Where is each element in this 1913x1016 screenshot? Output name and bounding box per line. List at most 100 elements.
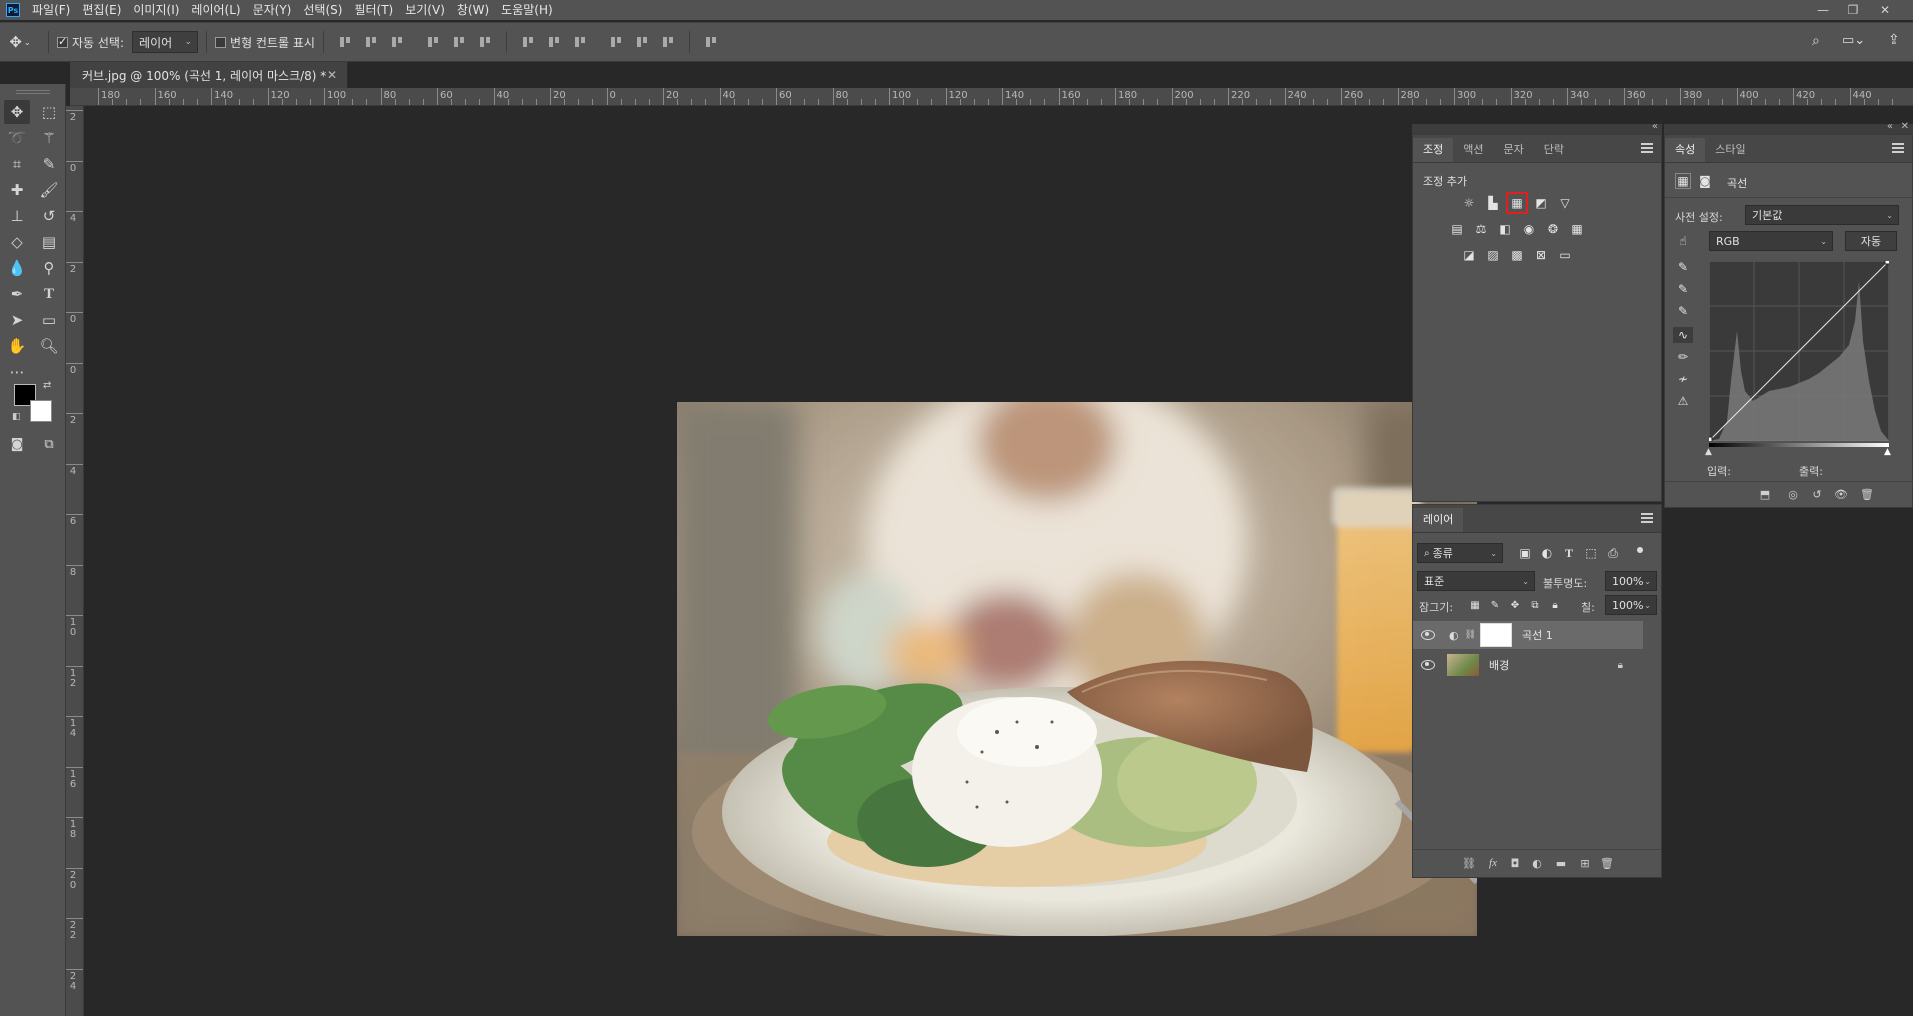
document-tab[interactable]: 커브.jpg @ 100% (곡선 1, 레이어 마스크/8) * ✕ [70,62,348,88]
menu-layer[interactable]: 레이어(L) [185,0,246,20]
pen-tool-icon[interactable]: ✒ [4,282,30,306]
filter-adjustment-icon[interactable]: ◐ [1539,545,1555,561]
more-tools-icon[interactable]: ⋯ [4,360,30,384]
align-left-icon[interactable] [426,35,440,49]
preset-dropdown[interactable]: 기본값 ⌄ [1745,205,1899,225]
lasso-tool-icon[interactable]: ➰ [4,126,30,150]
curve-pencil-mode-icon[interactable]: ✏ [1675,349,1691,365]
channel-mixer-icon[interactable]: ❂ [1545,221,1561,237]
black-slider-handle[interactable]: ▲ [1705,447,1712,457]
menu-filter[interactable]: 필터(T) [348,0,399,20]
document-image[interactable] [677,402,1477,936]
type-tool-icon[interactable]: T [36,282,62,306]
collapse-panels-icon[interactable]: « [1652,121,1658,132]
exposure-icon[interactable]: ◩ [1533,195,1549,211]
lock-all-icon[interactable]: 🔒︎ [1547,597,1563,613]
tab-character[interactable]: 문자 [1494,138,1534,162]
gray-point-eyedropper-icon[interactable]: ✎ [1675,281,1691,297]
color-balance-icon[interactable]: ⚖ [1473,221,1489,237]
close-tab-icon[interactable]: ✕ [327,68,337,82]
visibility-eye-icon[interactable] [1421,630,1435,640]
black-point-eyedropper-icon[interactable]: ✎ [1675,259,1691,275]
layer-mask-thumbnail[interactable] [1480,623,1513,647]
brush-tool-icon[interactable]: 🖌 [36,178,62,202]
new-layer-icon[interactable]: ⊞ [1577,856,1593,870]
tab-paragraph[interactable]: 단락 [1534,138,1574,162]
selective-color-icon[interactable]: ⊠ [1533,247,1549,263]
vibrance-icon[interactable]: ▽ [1557,195,1573,211]
default-colors-icon[interactable]: ◧ [12,412,21,422]
dodge-tool-icon[interactable]: ⚲ [36,256,62,280]
layer-row-background[interactable]: 배경 🔒︎ [1413,651,1643,679]
auto-select-target-dropdown[interactable]: 레이어 ⌄ [132,31,199,53]
distribute-bottom-icon[interactable] [573,35,587,49]
distribute-top-icon[interactable] [521,35,535,49]
mask-link-icon[interactable]: ⛓ [1465,630,1476,640]
color-lookup-icon[interactable]: ▦ [1569,221,1585,237]
link-layers-icon[interactable]: ⛓ [1461,856,1477,870]
share-icon[interactable]: ⇪ [1888,32,1900,48]
menu-view[interactable]: 보기(V) [399,0,451,20]
collapse-panels-icon-2[interactable]: « [1887,121,1893,132]
layer-lock-icon[interactable]: 🔒︎ [1618,660,1623,671]
curve-point-mode-icon[interactable]: ∿ [1673,327,1693,343]
layer-name[interactable]: 배경 [1489,657,1509,673]
align-right-icon[interactable] [478,35,492,49]
levels-icon[interactable]: ▙ [1485,195,1501,211]
on-image-adjust-icon[interactable]: ☝ [1675,233,1691,249]
move-tool-icon[interactable]: ✥ [4,100,30,124]
lock-artboard-icon[interactable]: ⧉ [1527,597,1543,613]
transform-controls-checkbox[interactable] [215,36,227,48]
clip-to-layer-icon[interactable]: ⬒ [1757,487,1773,501]
restore-icon[interactable]: ❐ [1840,0,1866,20]
properties-panel-menu-icon[interactable] [1892,143,1904,153]
align-hcenter-icon[interactable] [452,35,466,49]
menu-edit[interactable]: 편집(E) [76,0,127,20]
white-slider-handle[interactable]: ▲ [1884,447,1891,457]
black-white-icon[interactable]: ◧ [1497,221,1513,237]
tab-layers[interactable]: 레이어 [1413,508,1464,532]
layers-panel-menu-icon[interactable] [1641,513,1653,523]
hue-saturation-icon[interactable]: ▤ [1449,221,1465,237]
zoom-tool-icon[interactable]: 🔍︎ [36,334,62,358]
menu-file[interactable]: 파일(F) [26,0,76,20]
brightness-contrast-icon[interactable]: ☼ [1461,195,1477,211]
align-bottom-icon[interactable] [390,35,404,49]
auto-align-icon[interactable] [704,35,718,49]
curves-icon[interactable]: ▦ [1506,192,1528,214]
visibility-eye-icon[interactable] [1421,660,1435,670]
gradient-tool-icon[interactable]: ▤ [36,230,62,254]
menu-window[interactable]: 창(W) [451,0,495,20]
crop-tool-icon[interactable]: ⌗ [4,152,30,176]
filter-type-icon[interactable]: T [1561,545,1577,561]
distribute-vcenter-icon[interactable] [547,35,561,49]
channel-dropdown[interactable]: RGB ⌄ [1709,231,1833,251]
lock-image-icon[interactable]: ✎ [1487,597,1503,613]
healing-brush-tool-icon[interactable]: ✚ [4,178,30,202]
clipping-warning-icon[interactable]: ⚠ [1675,393,1691,409]
quick-mask-icon[interactable]: ◙ [4,432,30,456]
photo-filter-icon[interactable]: ◉ [1521,221,1537,237]
opacity-input[interactable]: 100% ⌄ [1605,571,1657,591]
filter-smart-object-icon[interactable]: ⎙ [1605,545,1621,561]
view-previous-state-icon[interactable]: ◎ [1785,487,1801,501]
distribute-hcenter-icon[interactable] [635,35,649,49]
clone-stamp-tool-icon[interactable]: ⊥ [4,204,30,228]
toggle-visibility-icon[interactable]: 👁︎ [1833,487,1849,501]
distribute-left-icon[interactable] [609,35,623,49]
new-group-icon[interactable]: ▬ [1553,856,1569,870]
history-brush-tool-icon[interactable]: ↺ [36,204,62,228]
minimize-icon[interactable]: — [1810,0,1836,20]
mask-properties-icon[interactable]: ◙ [1697,173,1713,189]
distribute-right-icon[interactable] [661,35,675,49]
smooth-curve-icon[interactable]: ≁ [1675,371,1691,387]
blend-mode-dropdown[interactable]: 표준 ⌄ [1417,571,1535,591]
align-vcenter-icon[interactable] [364,35,378,49]
posterize-icon[interactable]: ▨ [1485,247,1501,263]
menu-help[interactable]: 도움말(H) [495,0,559,20]
path-selection-tool-icon[interactable]: ➤ [4,308,30,332]
auto-button[interactable]: 자동 [1845,231,1897,251]
delete-layer-icon[interactable]: 🗑︎ [1599,856,1615,870]
menu-select[interactable]: 선택(S) [297,0,348,20]
tab-adjustments[interactable]: 조정 [1413,138,1454,162]
